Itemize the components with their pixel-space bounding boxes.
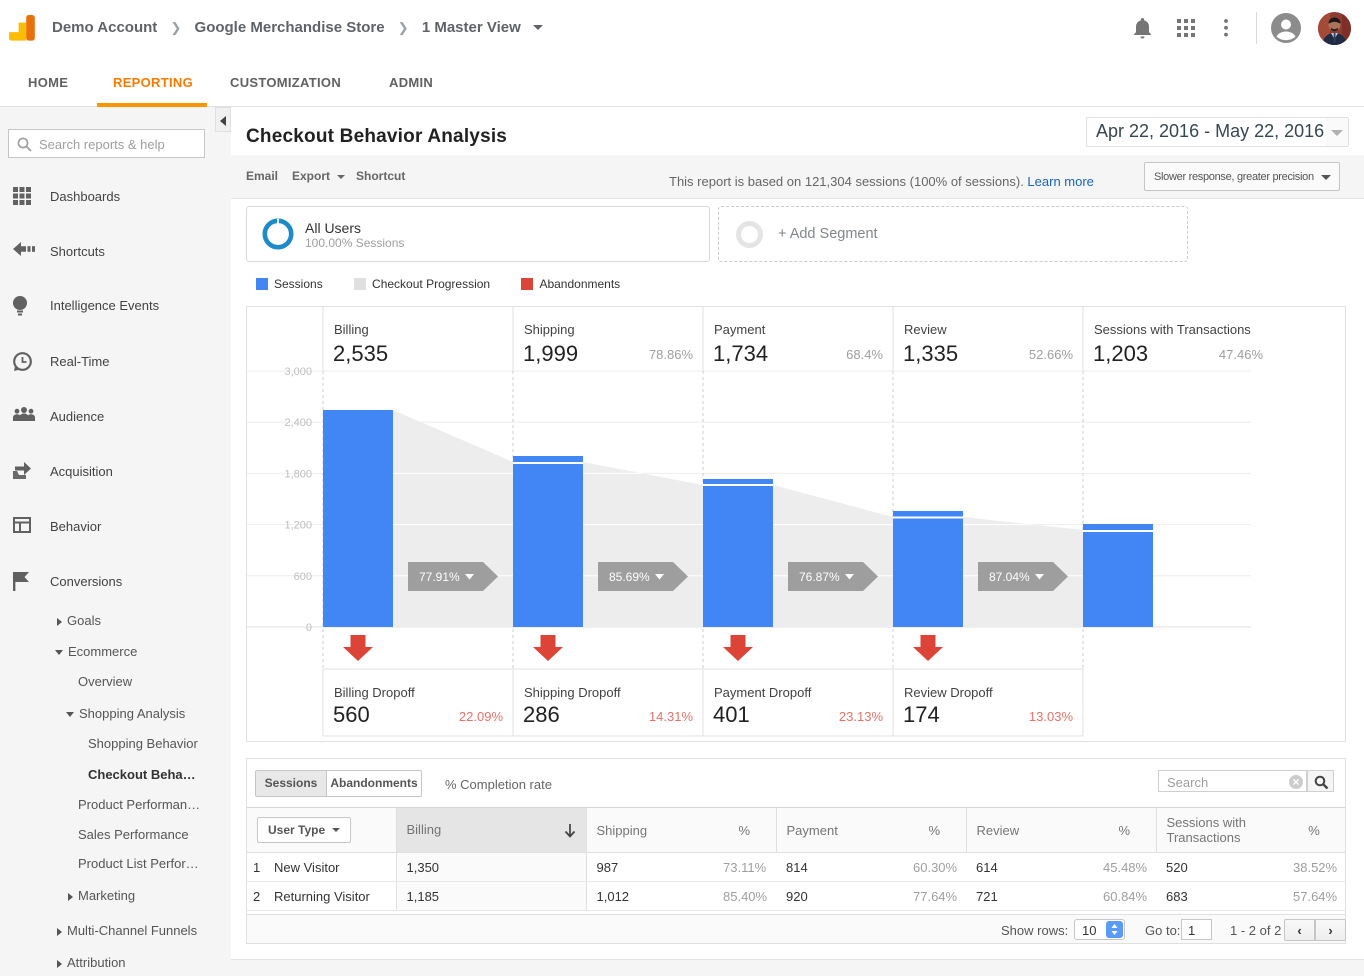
svg-text:1,800: 1,800	[284, 468, 312, 480]
svg-text:85.69%: 85.69%	[609, 570, 650, 584]
svg-text:2,400: 2,400	[284, 417, 312, 429]
svg-text:77.91%: 77.91%	[419, 570, 460, 584]
svg-text:1,200: 1,200	[284, 520, 312, 532]
svg-text:87.04%: 87.04%	[989, 570, 1030, 584]
svg-text:3,000: 3,000	[284, 366, 312, 378]
svg-text:600: 600	[294, 571, 312, 583]
svg-text:76.87%: 76.87%	[799, 570, 840, 584]
svg-text:0: 0	[306, 622, 312, 634]
